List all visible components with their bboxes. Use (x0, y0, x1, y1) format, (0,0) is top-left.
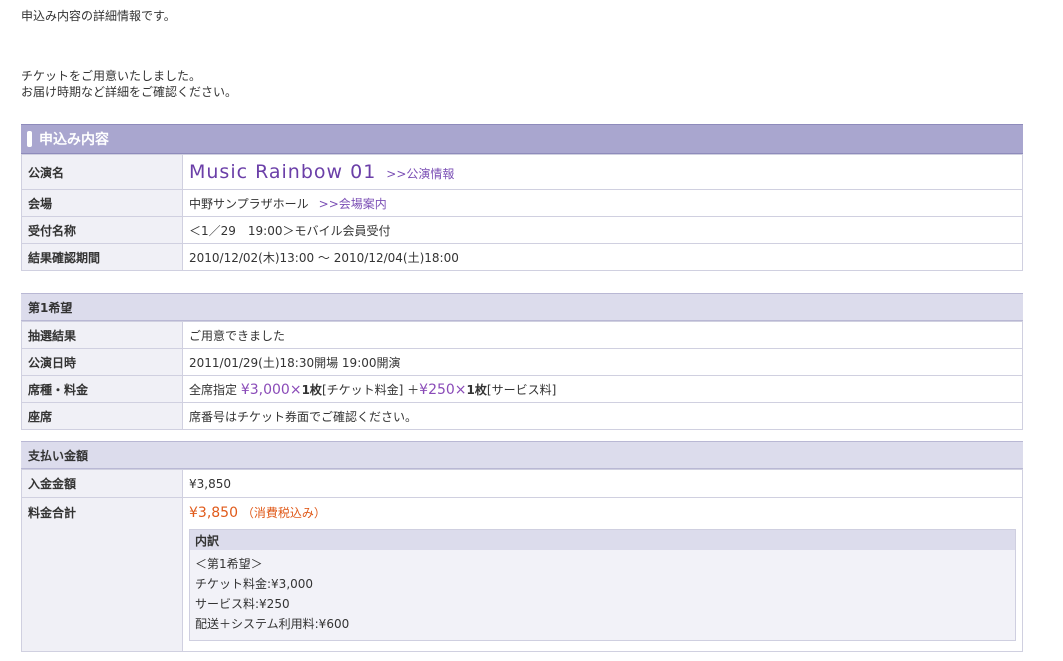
payment-table: 入金金額 ¥3,850 料金合計 ¥3,850 （消費税込み） 内訳 ＜第1希望… (21, 469, 1023, 652)
intro-line-3: お届け時期など詳細をご確認ください。 (21, 85, 238, 99)
table-row: 結果確認期間 2010/12/02(木)13:00 ～ 2010/12/04(土… (21, 243, 1023, 271)
application-table: 公演名 Music Rainbow 01 >>公演情報 会場 中野サンプラザホール… (21, 154, 1023, 271)
breakdown-box: 内訳 ＜第1希望＞ チケット料金:¥3,000 サービス料:¥250 配送＋シス… (189, 529, 1016, 641)
seat-type: 全席指定 (189, 382, 238, 397)
breakdown-line: ＜第1希望＞ (195, 557, 263, 571)
date-value: 2011/01/29(土)18:30開場 19:00開演 (182, 348, 1023, 376)
table-row: 入金金額 ¥3,850 (21, 469, 1023, 498)
breakdown-line: サービス料:¥250 (195, 597, 290, 611)
breakdown-line: 配送＋システム利用料:¥600 (195, 617, 350, 631)
ticket-count: 1枚 (301, 382, 322, 397)
header-bar-icon (27, 131, 32, 147)
service-count: 1枚 (466, 382, 487, 397)
total-cell: ¥3,850 （消費税込み） 内訳 ＜第1希望＞ チケット料金:¥3,000 サ… (182, 497, 1023, 652)
date-label: 公演日時 (21, 348, 183, 376)
breakdown-body: ＜第1希望＞ チケット料金:¥3,000 サービス料:¥250 配送＋システム利… (190, 550, 1015, 640)
seat-type-label: 席種・料金 (21, 375, 183, 403)
total-label: 料金合計 (21, 497, 183, 652)
choice1-header: 第1希望 (21, 293, 1023, 321)
table-row: 抽選結果 ご用意できました (21, 321, 1023, 349)
total-amount: ¥3,850 (189, 505, 238, 521)
service-times: × (454, 381, 467, 398)
choice1-table: 抽選結果 ご用意できました 公演日時 2011/01/29(土)18:30開場 … (21, 321, 1023, 430)
reception-label: 受付名称 (21, 216, 183, 244)
breakdown-line: チケット料金:¥3,000 (195, 577, 314, 591)
seat-no-value: 席番号はチケット券面でご確認ください。 (182, 402, 1023, 430)
paid-value: ¥3,850 (182, 469, 1023, 498)
application-header: 申込み内容 (21, 124, 1023, 154)
venue-info-link[interactable]: >>会場案内 (319, 197, 387, 211)
table-row: 席種・料金 全席指定 ¥3,000×1枚[チケット料金] ＋¥250×1枚[サー… (21, 375, 1023, 403)
venue-name: 中野サンプラザホール (189, 196, 309, 211)
table-row: 座席 席番号はチケット券面でご確認ください。 (21, 402, 1023, 430)
result-period-value: 2010/12/02(木)13:00 ～ 2010/12/04(土)18:00 (182, 243, 1023, 271)
lottery-value: ご用意できました (182, 321, 1023, 349)
paid-label: 入金金額 (21, 469, 183, 498)
ticket-price: ¥3,000 (240, 381, 290, 398)
application-section: 申込み内容 公演名 Music Rainbow 01 >>公演情報 会場 中野サン… (21, 124, 1023, 271)
table-row: 公演名 Music Rainbow 01 >>公演情報 (21, 154, 1023, 190)
performance-info-link[interactable]: >>公演情報 (386, 167, 454, 181)
reception-value: ＜1／29 19:00＞モバイル会員受付 (182, 216, 1023, 244)
table-row: 受付名称 ＜1／29 19:00＞モバイル会員受付 (21, 216, 1023, 244)
choice1-section: 第1希望 抽選結果 ご用意できました 公演日時 2011/01/29(土)18:… (21, 293, 1023, 430)
ticket-fee-label: [チケット料金] (321, 382, 404, 397)
application-header-title: 申込み内容 (39, 132, 109, 148)
venue-cell: 中野サンプラザホール >>会場案内 (182, 189, 1023, 217)
intro-line-1: 申込み内容の詳細情報です。 (21, 9, 176, 23)
intro-text: 申込み内容の詳細情報です。 チケットをご用意いたしました。 お届け時期など詳細を… (21, 8, 237, 100)
plus-sign: ＋ (407, 382, 420, 397)
table-row: 会場 中野サンプラザホール >>会場案内 (21, 189, 1023, 217)
service-price: ¥250 (419, 381, 455, 398)
result-period-label: 結果確認期間 (21, 243, 183, 271)
breakdown-header: 内訳 (190, 530, 1015, 550)
service-fee-label: [サービス料] (486, 382, 557, 397)
performance-name: Music Rainbow 01 (189, 161, 377, 183)
intro-line-2: チケットをご用意いたしました。 (21, 69, 202, 83)
table-row: 料金合計 ¥3,850 （消費税込み） 内訳 ＜第1希望＞ チケット料金:¥3,… (21, 497, 1023, 652)
performance-cell: Music Rainbow 01 >>公演情報 (182, 154, 1023, 190)
tax-note: （消費税込み） (241, 506, 326, 520)
seat-type-cell: 全席指定 ¥3,000×1枚[チケット料金] ＋¥250×1枚[サービス料] (182, 375, 1023, 403)
performance-label: 公演名 (21, 154, 183, 190)
lottery-label: 抽選結果 (21, 321, 183, 349)
payment-section: 支払い金額 入金金額 ¥3,850 料金合計 ¥3,850 （消費税込み） 内訳… (21, 441, 1023, 652)
seat-no-label: 座席 (21, 402, 183, 430)
ticket-times: × (289, 381, 302, 398)
venue-label: 会場 (21, 189, 183, 217)
payment-header: 支払い金額 (21, 441, 1023, 469)
table-row: 公演日時 2011/01/29(土)18:30開場 19:00開演 (21, 348, 1023, 376)
